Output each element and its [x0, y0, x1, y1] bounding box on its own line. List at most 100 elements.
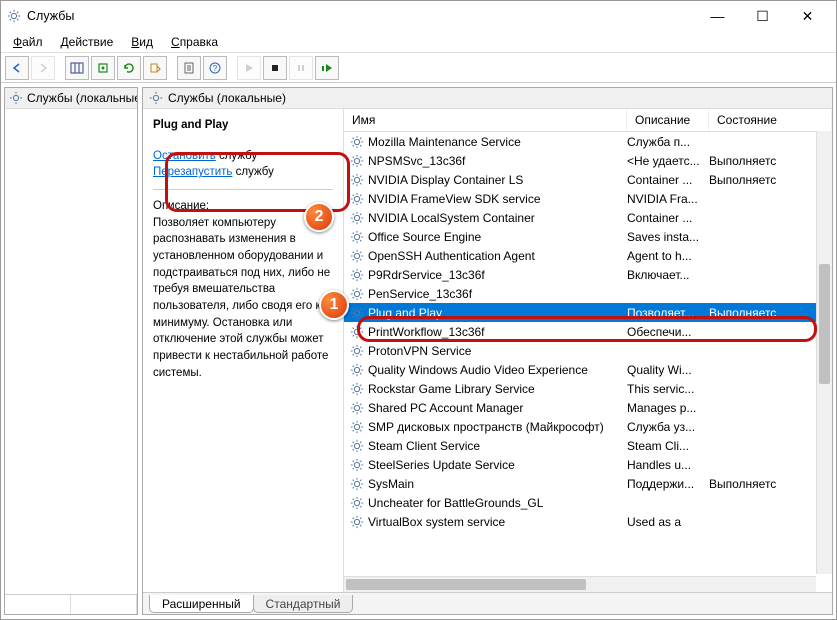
restart-service-link[interactable]: Перезапустить	[153, 166, 232, 178]
tab-extended[interactable]: Расширенный	[149, 595, 254, 613]
col-state[interactable]: Состояние	[709, 109, 832, 131]
titlebar: Службы — ☐ ✕	[1, 1, 836, 31]
service-row[interactable]: NVIDIA Display Container LS Container ...…	[344, 170, 832, 189]
details-pane: Plug and Play Остановить службу Перезапу…	[143, 109, 343, 592]
back-button[interactable]	[5, 56, 29, 80]
menu-action[interactable]: Действие	[53, 33, 122, 51]
service-row[interactable]: Rockstar Game Library Service This servic…	[344, 379, 832, 398]
service-row[interactable]: NVIDIA FrameView SDK service NVIDIA Fra..…	[344, 189, 832, 208]
service-row[interactable]: SteelSeries Update Service Handles u...	[344, 455, 832, 474]
service-name: SMP дисковых пространств (Майкрософт)	[368, 420, 604, 434]
service-desc: Handles u...	[627, 458, 709, 472]
service-row[interactable]: NVIDIA LocalSystem ContainerContainer ..…	[344, 208, 832, 227]
gear-icon	[350, 477, 364, 491]
service-name: NVIDIA Display Container LS	[368, 173, 523, 187]
service-name: Rockstar Game Library Service	[368, 382, 535, 396]
main-header-label: Службы (локальные)	[168, 91, 286, 105]
service-state: Выполняетс	[709, 173, 832, 187]
service-row[interactable]: OpenSSH Authentication AgentAgent to h..…	[344, 246, 832, 265]
gear-icon	[350, 458, 364, 472]
service-row[interactable]: Uncheater for BattleGrounds_GL	[344, 493, 832, 512]
help-button[interactable]: ?	[203, 56, 227, 80]
service-state: Выполняетс	[709, 306, 832, 320]
service-list: Имя Описание Состояние Mozilla Maintenan…	[343, 109, 832, 592]
service-desc: Container ...	[627, 173, 709, 187]
tree-root-label: Службы (локальные)	[27, 91, 138, 105]
forward-button[interactable]	[31, 56, 55, 80]
tree-root-item[interactable]: Службы (локальные)	[5, 88, 137, 109]
service-row[interactable]: SMP дисковых пространств (Майкрософт)Слу…	[344, 417, 832, 436]
service-name: Steam Client Service	[368, 439, 480, 453]
minimize-button[interactable]: —	[695, 2, 740, 30]
service-row[interactable]: PenService_13c36f	[344, 284, 832, 303]
stop-service-row: Остановить службу	[153, 148, 333, 165]
gear-icon	[350, 192, 364, 206]
window-title: Службы	[27, 9, 74, 23]
scrollbar-horizontal[interactable]	[344, 576, 816, 592]
service-row[interactable]: Mozilla Maintenance Service Служба п...	[344, 132, 832, 151]
service-row[interactable]: VirtualBox system service Used as a	[344, 512, 832, 531]
pause-button[interactable]	[289, 56, 313, 80]
start-button[interactable]	[237, 56, 261, 80]
menu-help[interactable]: Справка	[163, 33, 226, 51]
gear-icon	[350, 268, 364, 282]
col-desc[interactable]: Описание	[627, 109, 709, 131]
service-row[interactable]: Office Source EngineSaves insta...	[344, 227, 832, 246]
export-button[interactable]	[91, 56, 115, 80]
service-name: NVIDIA LocalSystem Container	[368, 211, 535, 225]
properties-button[interactable]	[177, 56, 201, 80]
service-name: PenService_13c36f	[368, 287, 472, 301]
service-row[interactable]: PrintWorkflow_13c36fОбеспечи...	[344, 322, 832, 341]
service-desc: Steam Cli...	[627, 439, 709, 453]
service-row[interactable]: Shared PC Account Manager Manages p...	[344, 398, 832, 417]
service-desc: <Не удаетс...	[627, 154, 709, 168]
service-name: VirtualBox system service	[368, 515, 505, 529]
scrollbar-thumb-h[interactable]	[346, 579, 586, 590]
properties-columns-button[interactable]	[65, 56, 89, 80]
service-name: SteelSeries Update Service	[368, 458, 515, 472]
service-desc: Manages p...	[627, 401, 709, 415]
service-name: Mozilla Maintenance Service	[368, 135, 521, 149]
col-name[interactable]: Имя	[344, 109, 627, 131]
service-desc: Used as a	[627, 515, 709, 529]
service-name: PrintWorkflow_13c36f	[368, 325, 485, 339]
scrollbar-vertical[interactable]	[816, 131, 832, 574]
service-desc: Agent to h...	[627, 249, 709, 263]
service-row[interactable]: P9RdrService_13c36fВключает...	[344, 265, 832, 284]
service-name: Shared PC Account Manager	[368, 401, 523, 415]
service-row[interactable]: Plug and PlayПозволяет...Выполняетс	[344, 303, 832, 322]
menu-file[interactable]: Файл	[5, 33, 51, 51]
scrollbar-thumb[interactable]	[819, 264, 830, 384]
gear-icon	[350, 173, 364, 187]
restart-button[interactable]	[315, 56, 339, 80]
gear-icon	[350, 363, 364, 377]
service-name: ProtonVPN Service	[368, 344, 471, 358]
stop-button[interactable]	[263, 56, 287, 80]
list-header: Имя Описание Состояние	[344, 109, 832, 132]
menu-view[interactable]: Вид	[123, 33, 161, 51]
service-desc: Поддержи...	[627, 477, 709, 491]
service-row[interactable]: SysMainПоддержи...Выполняетс	[344, 474, 832, 493]
service-name: NVIDIA FrameView SDK service	[368, 192, 541, 206]
gear-icon	[350, 154, 364, 168]
gear-icon	[350, 496, 364, 510]
service-name: Plug and Play	[368, 306, 442, 320]
maximize-button[interactable]: ☐	[740, 2, 785, 30]
service-desc: This servic...	[627, 382, 709, 396]
service-state: Выполняетс	[709, 477, 832, 491]
service-row[interactable]: Quality Windows Audio Video ExperienceQu…	[344, 360, 832, 379]
refresh-button[interactable]	[117, 56, 141, 80]
service-desc: NVIDIA Fra...	[627, 192, 709, 206]
stop-service-link[interactable]: Остановить	[153, 150, 216, 162]
gear-icon	[350, 382, 364, 396]
service-desc: Служба п...	[627, 135, 709, 149]
close-button[interactable]: ✕	[785, 2, 830, 30]
service-row[interactable]: NPSMSvc_13c36f<Не удаетс...Выполняетс	[344, 151, 832, 170]
export-list-button[interactable]	[143, 56, 167, 80]
main-header: Службы (локальные)	[143, 88, 832, 109]
gear-icon	[350, 211, 364, 225]
tab-standard[interactable]: Стандартный	[253, 595, 354, 613]
service-row[interactable]: ProtonVPN Service	[344, 341, 832, 360]
service-row[interactable]: Steam Client Service Steam Cli...	[344, 436, 832, 455]
desc-label: Описание:	[153, 198, 333, 215]
